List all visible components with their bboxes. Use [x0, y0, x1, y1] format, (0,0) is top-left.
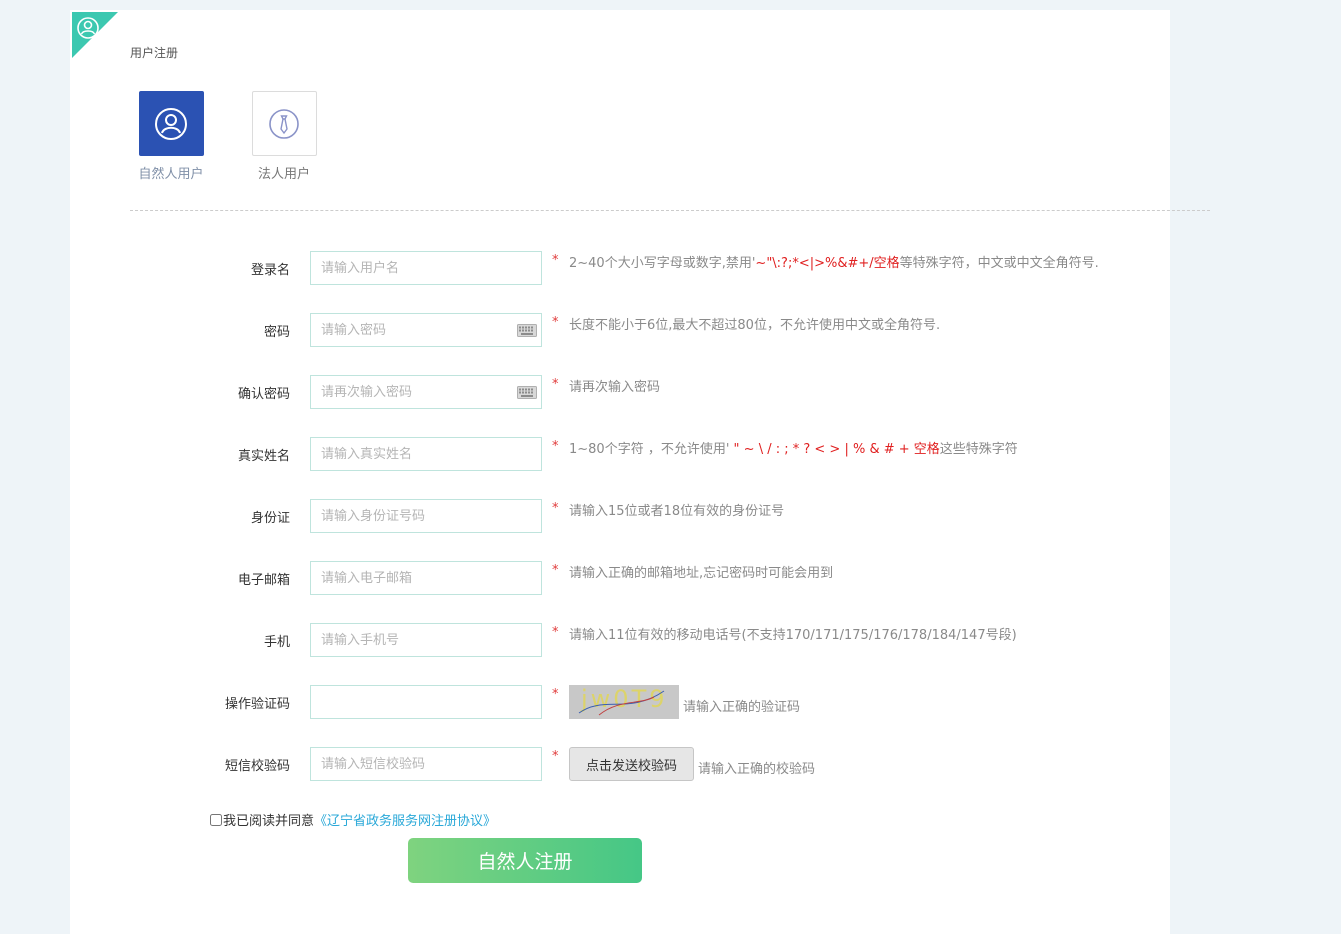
tie-icon	[269, 108, 299, 139]
real-name-input[interactable]	[310, 437, 542, 471]
email-hint: 请输入正确的邮箱地址,忘记密码时可能会用到	[569, 566, 834, 581]
password-input[interactable]	[310, 313, 542, 347]
person-icon	[155, 107, 187, 140]
confirm-password-label: 确认密码	[237, 387, 290, 402]
mobile-hint: 请输入11位有效的移动电话号(不支持170/171/175/176/178/18…	[569, 628, 1017, 643]
password-hint: 长度不能小于6位,最大不超过80位，不允许使用中文或全角符号.	[569, 318, 941, 333]
sms-code-input[interactable]	[310, 747, 542, 781]
real-name-hint-forbidden: " ~ \ / : ; * ? < > | % & # + 空格	[729, 442, 940, 457]
required-marker: *	[552, 749, 559, 764]
id-card-hint: 请输入15位或者18位有效的身份证号	[569, 504, 785, 519]
confirm-password-input[interactable]	[310, 375, 542, 409]
id-card-label: 身份证	[250, 511, 290, 526]
tab-natural-person-label: 自然人用户	[138, 167, 204, 182]
sms-code-label: 短信校验码	[224, 759, 290, 774]
corner-badge	[72, 12, 118, 58]
row-sms-code: 短信校验码 * 点击发送校验码 请输入正确的校验码	[70, 747, 1170, 781]
keyboard-icon[interactable]	[517, 386, 537, 399]
tab-natural-person[interactable]: 自然人用户	[131, 91, 211, 182]
agreement-row: 我已阅读并同意 《辽宁省政务服务网注册协议》	[210, 810, 496, 829]
real-name-hint: 1~80个字符 ，不允许使用' " ~ \ / : ; * ? < > | % …	[569, 438, 1018, 457]
divider	[130, 210, 1210, 211]
required-marker: *	[552, 687, 559, 702]
send-sms-code-button[interactable]: 点击发送校验码	[569, 747, 694, 781]
captcha-image[interactable]: jw0T9	[569, 685, 679, 719]
required-marker: *	[552, 377, 559, 392]
user-icon	[77, 17, 99, 39]
real-name-label: 真实姓名	[237, 449, 290, 464]
mobile-input[interactable]	[310, 623, 542, 657]
email-input[interactable]	[310, 561, 542, 595]
username-hint-forbidden: ~"\:?;*<|>%&#+/空格	[755, 256, 900, 271]
registration-panel: 用户注册 自然人用户 法人用户 登录名 * 2~40个大小写字母或数字,禁用'~…	[70, 10, 1210, 934]
password-label: 密码	[263, 325, 290, 340]
username-hint-prefix: 2~40个大小写字母或数字,禁用'	[569, 256, 756, 271]
real-name-hint-suffix: 这些特殊字符	[939, 442, 1018, 457]
real-name-hint-prefix: 1~80个字符 ，不允许使用'	[569, 442, 730, 457]
email-label: 电子邮箱	[237, 573, 290, 588]
row-real-name: 真实姓名 * 1~80个字符 ，不允许使用' " ~ \ / : ; * ? <…	[70, 437, 1170, 471]
username-hint-suffix: 等特殊字符，中文或中文全角符号.	[899, 256, 1099, 271]
required-marker: *	[552, 315, 559, 330]
row-password: 密码 * 长度不能小于6位,最大不超过80位，不允许使用中文或全角符号.	[70, 313, 1170, 347]
agreement-link[interactable]: 《辽宁省政务服务网注册协议》	[314, 810, 496, 829]
legal-person-icon-box[interactable]	[251, 91, 317, 156]
required-marker: *	[552, 563, 559, 578]
row-captcha: 操作验证码 * jw0T9 请输入正确的验证码	[70, 685, 1170, 719]
row-confirm-password: 确认密码 * 请再次输入密码	[70, 375, 1170, 409]
required-marker: *	[552, 253, 559, 268]
captcha-hint: 请输入正确的验证码	[683, 700, 801, 715]
required-marker: *	[552, 439, 559, 454]
username-input[interactable]	[310, 251, 542, 285]
row-username: 登录名 * 2~40个大小写字母或数字,禁用'~"\:?;*<|>%&#+/空格…	[70, 251, 1170, 285]
captcha-noise	[578, 690, 665, 716]
sms-code-hint: 请输入正确的校验码	[698, 762, 816, 777]
page-title: 用户注册	[130, 46, 179, 60]
register-submit-button[interactable]: 自然人注册	[408, 838, 642, 883]
row-id-card: 身份证 * 请输入15位或者18位有效的身份证号	[70, 499, 1170, 533]
captcha-label: 操作验证码	[224, 697, 290, 712]
agreement-text: 我已阅读并同意	[223, 814, 315, 829]
natural-person-icon-box[interactable]	[138, 91, 204, 156]
required-marker: *	[552, 625, 559, 640]
mobile-label: 手机	[263, 635, 290, 650]
row-mobile: 手机 * 请输入11位有效的移动电话号(不支持170/171/175/176/1…	[70, 623, 1170, 657]
tab-legal-person[interactable]: 法人用户	[244, 91, 324, 182]
username-hint: 2~40个大小写字母或数字,禁用'~"\:?;*<|>%&#+/空格等特殊字符，…	[569, 252, 1099, 271]
keyboard-icon[interactable]	[517, 324, 537, 337]
agreement-checkbox[interactable]	[210, 813, 222, 826]
required-marker: *	[552, 501, 559, 516]
row-email: 电子邮箱 * 请输入正确的邮箱地址,忘记密码时可能会用到	[70, 561, 1170, 595]
tab-legal-person-label: 法人用户	[257, 167, 310, 182]
id-card-input[interactable]	[310, 499, 542, 533]
captcha-input[interactable]	[310, 685, 542, 719]
username-label: 登录名	[250, 263, 290, 278]
confirm-password-hint: 请再次输入密码	[569, 380, 661, 395]
